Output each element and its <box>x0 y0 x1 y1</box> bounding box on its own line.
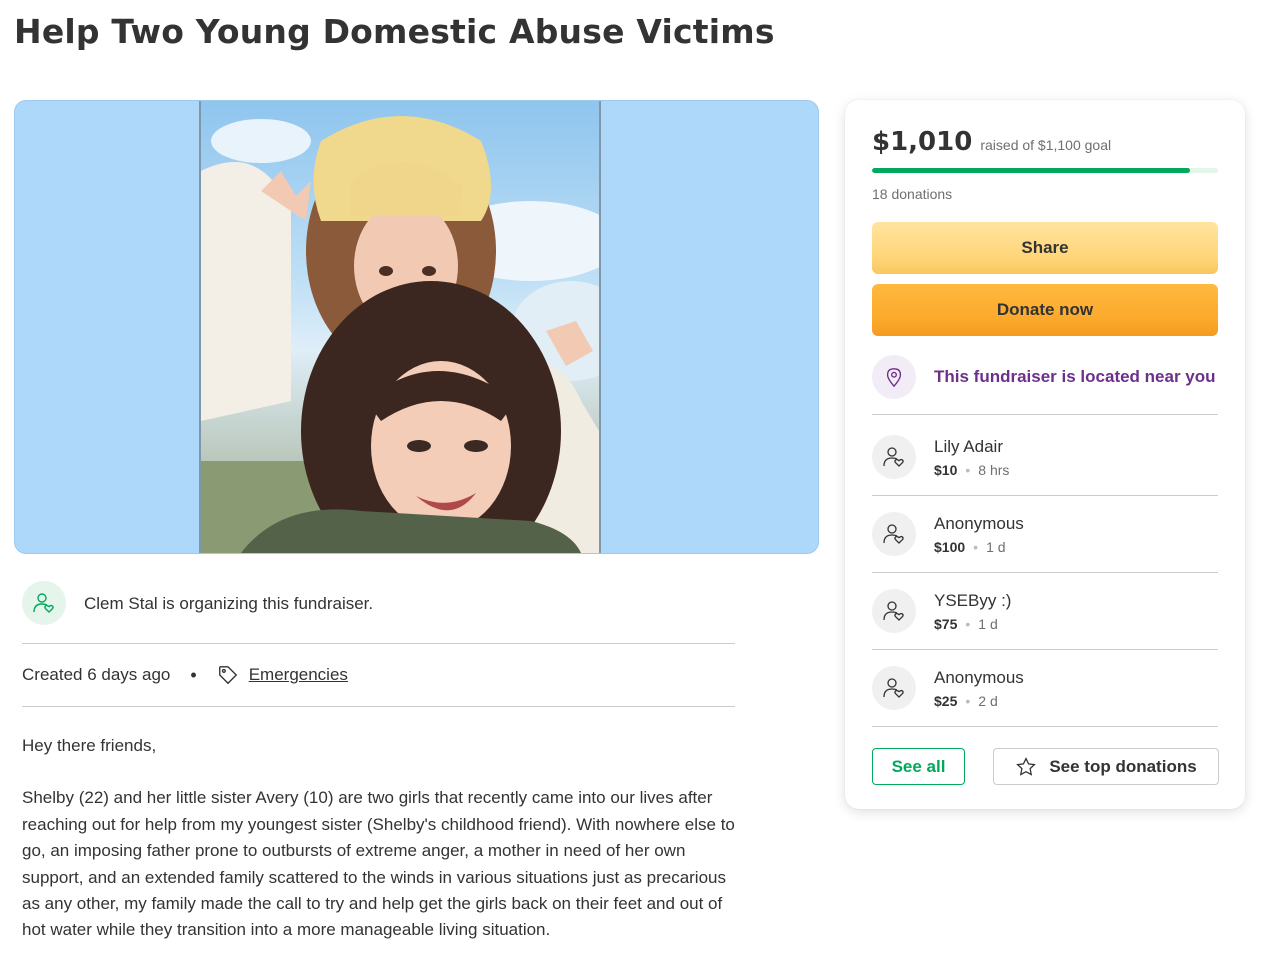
map-pin-icon <box>872 354 916 399</box>
category-link[interactable]: Emergencies <box>249 665 348 685</box>
donation-time: 1 d <box>986 538 1006 555</box>
see-top-donations-label: See top donations <box>1049 756 1197 776</box>
donation-time: 2 d <box>978 692 998 709</box>
progress-fill <box>872 168 1190 173</box>
story-paragraph: Shelby (22) and her little sister Avery … <box>22 788 735 940</box>
progress-bar <box>872 168 1218 173</box>
donation-sidebar: $1,010 raised of $1,100 goal 18 donation… <box>845 100 1245 809</box>
donation-time: 1 d <box>978 615 998 632</box>
tag-icon <box>217 664 239 686</box>
dot-separator: • <box>973 538 979 555</box>
donor-name: Anonymous <box>934 667 1024 687</box>
fundraiser-story: Hey there friends, Shelby (22) and her l… <box>22 733 737 970</box>
location-notice: This fundraiser is located near you <box>872 354 1218 415</box>
share-button[interactable]: Share <box>872 222 1218 274</box>
donation-amount: $75 <box>934 615 958 632</box>
fundraiser-hero-image[interactable] <box>14 100 819 554</box>
donation-list-item: Lily Adair $10 • 8 hrs <box>872 419 1218 496</box>
donor-avatar-icon <box>872 589 916 633</box>
donation-list-item: Anonymous $25 • 2 d <box>872 650 1218 727</box>
donate-now-button[interactable]: Donate now <box>872 284 1218 336</box>
donor-avatar-icon <box>872 666 916 710</box>
amount-raised-row: $1,010 raised of $1,100 goal <box>872 127 1111 157</box>
amount-raised: $1,010 <box>872 127 973 157</box>
donation-amount: $10 <box>934 461 958 478</box>
dot-separator: • <box>965 615 971 632</box>
donor-name: Anonymous <box>934 513 1024 533</box>
donation-amount: $25 <box>934 692 958 709</box>
star-icon <box>1015 756 1049 778</box>
organizer-row: Clem Stal is organizing this fundraiser. <box>22 581 735 644</box>
person-heart-icon <box>22 581 66 625</box>
donation-count: 18 donations <box>872 186 953 202</box>
fundraiser-photo <box>199 101 601 553</box>
donation-list-item: YSEByy :) $75 • 1 d <box>872 573 1218 650</box>
dot-separator: • <box>965 461 971 478</box>
photo-illustration <box>201 116 599 553</box>
story-paragraph: Hey there friends, <box>22 736 157 755</box>
donor-name: Lily Adair <box>934 436 1003 456</box>
donation-time: 8 hrs <box>978 461 1010 478</box>
organizer-text: Clem Stal is organizing this fundraiser. <box>84 594 374 613</box>
goal-text: raised of $1,100 goal <box>980 137 1112 153</box>
meta-separator: • <box>190 664 197 685</box>
donation-list-item: Anonymous $100 • 1 d <box>872 496 1218 573</box>
see-all-button[interactable]: See all <box>872 748 965 785</box>
dot-separator: • <box>965 692 971 709</box>
donor-name: YSEByy :) <box>934 590 1012 610</box>
page-title: Help Two Young Domestic Abuse Victims <box>14 12 775 51</box>
donation-amount: $100 <box>934 538 966 555</box>
location-text: This fundraiser is located near you <box>934 366 1216 386</box>
donor-avatar-icon <box>872 512 916 556</box>
see-top-donations-button[interactable]: See top donations <box>993 748 1219 785</box>
fundraiser-meta: Created 6 days ago • Emergencies <box>22 644 735 707</box>
donor-avatar-icon <box>872 435 916 479</box>
created-date: Created 6 days ago <box>22 665 171 684</box>
